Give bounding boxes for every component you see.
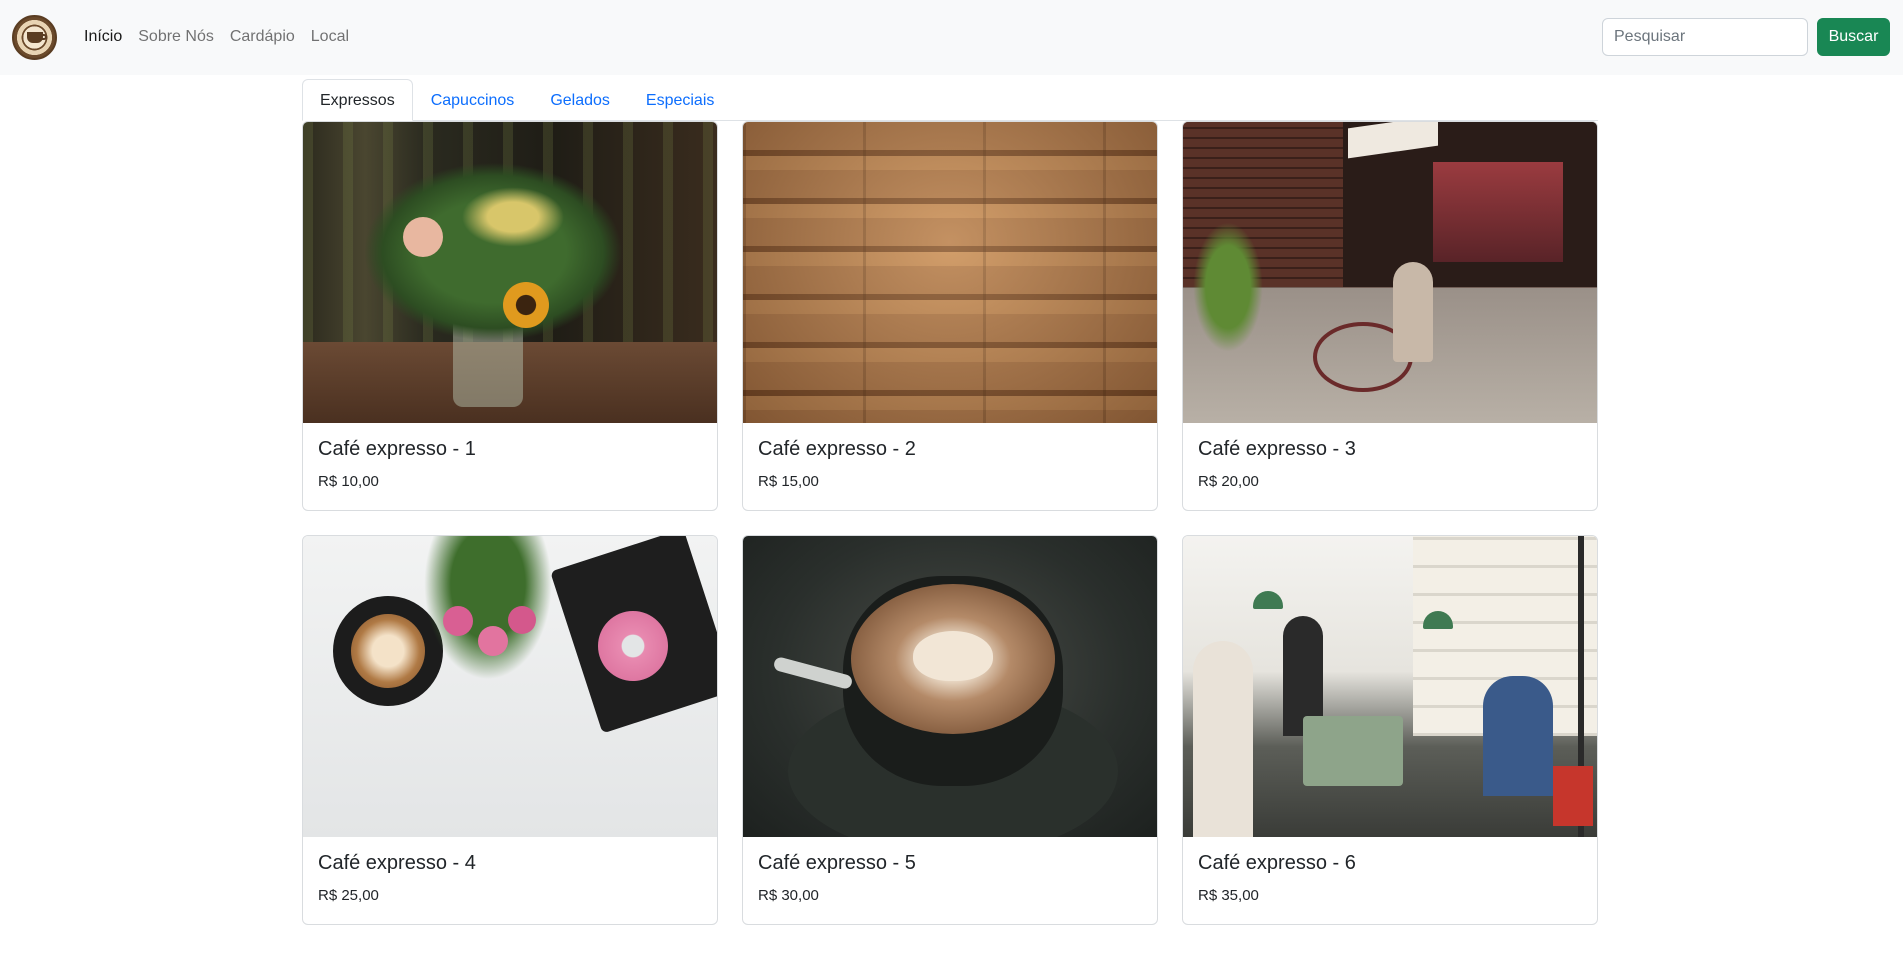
product-price: R$ 15,00 <box>758 473 819 490</box>
tab-capuccinos[interactable]: Capuccinos <box>413 79 533 121</box>
product-name: Café expresso - 5 <box>758 852 916 874</box>
search-button[interactable]: Buscar <box>1817 18 1890 56</box>
product-card[interactable]: Café expresso - 6 R$ 35,00 <box>1182 535 1598 925</box>
nav-link-local[interactable]: Local <box>311 26 349 48</box>
product-price: R$ 10,00 <box>318 473 379 490</box>
product-price: R$ 35,00 <box>1198 887 1259 904</box>
nav-links: Início Sobre Nós Cardápio Local <box>84 26 349 48</box>
product-card[interactable]: Café expresso - 5 R$ 30,00 <box>742 535 1158 925</box>
product-name: Café expresso - 6 <box>1198 852 1356 874</box>
tab-expressos[interactable]: Expressos <box>302 79 413 121</box>
product-card[interactable]: Café expresso - 4 R$ 25,00 <box>302 535 718 925</box>
search-input[interactable] <box>1602 18 1808 56</box>
product-name: Café expresso - 2 <box>758 438 916 460</box>
cafe-logo-icon[interactable] <box>12 15 57 60</box>
tab-especiais[interactable]: Especiais <box>628 79 732 121</box>
product-name: Café expresso - 1 <box>318 438 476 460</box>
product-price: R$ 20,00 <box>1198 473 1259 490</box>
tab-gelados[interactable]: Gelados <box>532 79 628 121</box>
product-name: Café expresso - 3 <box>1198 438 1356 460</box>
navbar: Início Sobre Nós Cardápio Local Buscar <box>0 0 1903 75</box>
category-tabs: Expressos Capuccinos Gelados Especiais <box>302 79 1598 121</box>
coffee-sacks-photo <box>743 122 1157 423</box>
flower-bouquet-photo <box>303 122 717 423</box>
latte-art-photo <box>743 536 1157 837</box>
cafe-interior-photo <box>1183 536 1597 837</box>
nav-link-cardapio[interactable]: Cardápio <box>230 26 295 48</box>
coffee-flowers-donut-photo <box>303 536 717 837</box>
product-card[interactable]: Café expresso - 1 R$ 10,00 <box>302 121 718 511</box>
nav-link-sobre-nos[interactable]: Sobre Nós <box>138 26 214 48</box>
product-price: R$ 30,00 <box>758 887 819 904</box>
product-card[interactable]: Café expresso - 2 R$ 15,00 <box>742 121 1158 511</box>
product-name: Café expresso - 4 <box>318 852 476 874</box>
product-price: R$ 25,00 <box>318 887 379 904</box>
product-card[interactable]: Café expresso - 3 R$ 20,00 <box>1182 121 1598 511</box>
cafe-storefront-photo <box>1183 122 1597 423</box>
nav-link-inicio[interactable]: Início <box>84 26 122 48</box>
